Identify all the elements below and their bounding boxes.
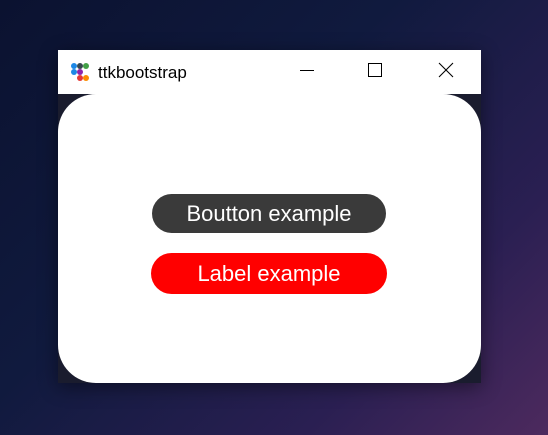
client-area: Boutton example Label example [58,94,481,383]
minimize-icon [300,63,314,82]
window-title: ttkbootstrap [98,63,187,82]
maximize-button[interactable] [352,50,398,94]
ttkbootstrap-logo-icon [69,61,91,83]
app-window: ttkbootstrap Boutton example Label examp… [58,50,481,383]
title-bar[interactable]: ttkbootstrap [58,50,481,94]
minimize-button[interactable] [284,50,330,94]
close-button[interactable] [423,50,469,94]
example-label: Label example [151,253,387,294]
close-icon [438,62,454,83]
maximize-icon [368,62,382,82]
example-button[interactable]: Boutton example [152,194,386,233]
